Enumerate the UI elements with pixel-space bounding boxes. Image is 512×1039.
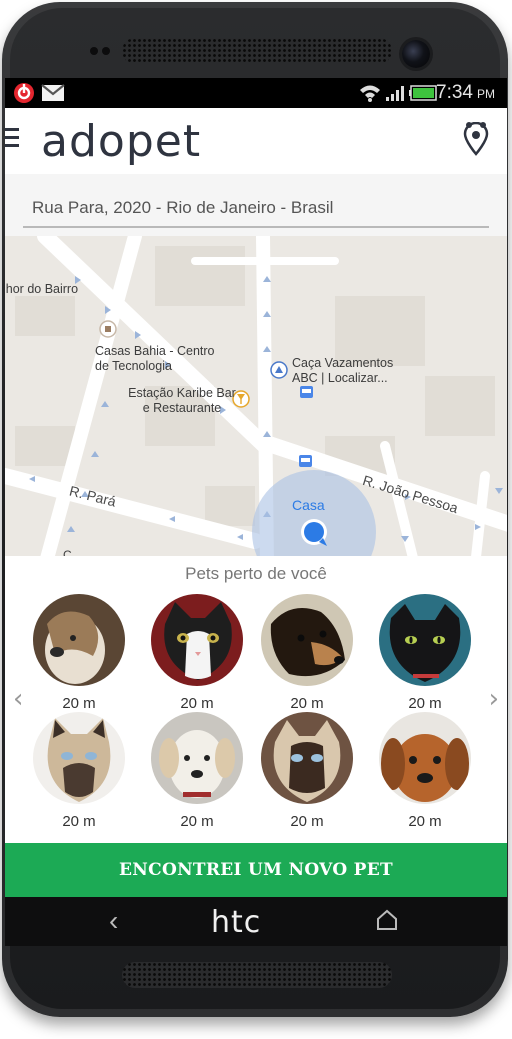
pet-distance: 20 m — [180, 695, 214, 712]
bus-stop-icon[interactable] — [300, 386, 313, 398]
system-nav-bar: ‹ htc — [5, 897, 507, 946]
user-location-label[interactable]: Casa — [292, 498, 325, 513]
pet-card[interactable]: 20 m — [377, 712, 473, 830]
beats-icon — [14, 83, 34, 103]
pet-card[interactable]: 20 m — [259, 594, 355, 712]
brand-logo: htc — [211, 905, 262, 940]
battery-icon — [409, 85, 437, 101]
pets-section-title: Pets perto de você — [185, 564, 327, 583]
pet-distance: 20 m — [290, 695, 324, 712]
address-underline — [23, 226, 489, 228]
pet-photo[interactable] — [151, 712, 243, 804]
bottom-speaker — [122, 962, 392, 988]
address-field[interactable]: Rua Para, 2020 - Rio de Janeiro - Brasil — [5, 174, 507, 236]
sensor-dot — [90, 47, 98, 55]
pet-distance: 20 m — [408, 695, 442, 712]
pet-photo[interactable] — [261, 594, 353, 686]
map-label[interactable]: lhor do Bairro — [5, 282, 78, 297]
app-logo: adopet — [41, 116, 202, 167]
pet-photo[interactable] — [151, 594, 243, 686]
pet-distance: 20 m — [180, 813, 214, 830]
hamburger-icon[interactable] — [5, 128, 19, 150]
pet-photo[interactable] — [379, 594, 471, 686]
wifi-icon — [360, 85, 380, 102]
pet-distance: 20 m — [290, 813, 324, 830]
status-bar: 7:34 PM — [5, 78, 507, 108]
status-clock: 7:34 PM — [436, 82, 495, 103]
pet-card[interactable]: 20 m — [259, 712, 355, 830]
pet-card[interactable]: 20 m — [149, 594, 245, 712]
pet-distance: 20 m — [62, 695, 96, 712]
pet-distance: 20 m — [408, 813, 442, 830]
pet-photo[interactable] — [261, 712, 353, 804]
signal-icon — [386, 86, 404, 101]
map-label[interactable]: Estação Karibe Bar e Restaurante — [127, 386, 237, 416]
gmail-icon — [41, 84, 65, 101]
map-label[interactable]: Casas Bahia - Centro de Tecnologia — [95, 344, 225, 374]
chevron-left-icon[interactable]: ‹ — [13, 684, 23, 714]
pet-photo[interactable] — [33, 594, 125, 686]
chevron-right-icon[interactable]: › — [489, 684, 499, 714]
map[interactable]: lhor do Bairro Casas Bahia - Centro de T… — [5, 236, 507, 556]
bus-stop-icon[interactable] — [299, 455, 312, 467]
pets-nearby-section: Pets perto de você ‹ › 20 m 20 m 20 m 20… — [5, 556, 507, 843]
top-speaker — [122, 38, 392, 64]
pet-card[interactable]: 20 m — [31, 712, 127, 830]
pet-card[interactable]: 20 m — [377, 594, 473, 712]
pet-distance: 20 m — [62, 813, 96, 830]
home-icon[interactable] — [375, 909, 399, 931]
poi-icon[interactable] — [99, 320, 117, 338]
screen: 7:34 PM adopet Rua Para, 2020 - Rio de Ja… — [5, 78, 507, 946]
pet-photo[interactable] — [379, 712, 471, 804]
app-bar: adopet — [5, 108, 507, 174]
front-camera — [402, 40, 430, 68]
map-pin-icon[interactable] — [463, 122, 489, 156]
sensor-dot — [102, 47, 110, 55]
found-new-pet-button[interactable]: ENCONTREI UM NOVO PET — [5, 843, 507, 897]
pet-photo[interactable] — [33, 712, 125, 804]
pet-card[interactable]: 20 m — [31, 594, 127, 712]
address-value[interactable]: Rua Para, 2020 - Rio de Janeiro - Brasil — [32, 198, 333, 218]
back-icon[interactable]: ‹ — [109, 905, 118, 937]
shop-icon[interactable] — [270, 361, 288, 379]
map-label[interactable]: Caça Vazamentos ABC | Localizar... — [292, 356, 412, 386]
pet-card[interactable]: 20 m — [149, 712, 245, 830]
